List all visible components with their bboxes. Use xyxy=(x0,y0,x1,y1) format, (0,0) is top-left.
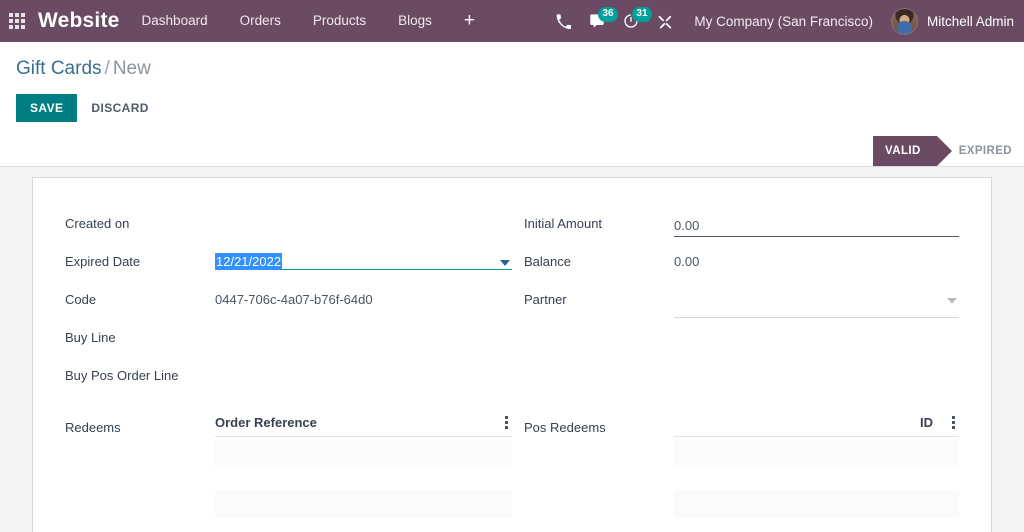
field-initial-amount: Initial Amount 0.00 xyxy=(524,212,959,240)
navbar-right-group: 36 31 My Company (San Francisco) Mitchel… xyxy=(546,0,1024,42)
apps-grid-icon[interactable] xyxy=(0,0,34,42)
field-expired-date: Expired Date 12/21/2022 xyxy=(65,250,512,278)
value-created-on xyxy=(215,212,512,234)
status-valid[interactable]: VALID xyxy=(873,136,952,166)
optional-columns-kebab-icon[interactable] xyxy=(947,414,959,430)
activities-clock-icon[interactable]: 31 xyxy=(614,0,652,42)
field-buy-pos-order-line: Buy Pos Order Line xyxy=(65,364,512,392)
status-expired[interactable]: EXPIRED xyxy=(947,136,1024,166)
field-balance: Balance 0.00 xyxy=(524,250,959,278)
table-row[interactable] xyxy=(674,440,959,468)
menu-item-dashboard[interactable]: Dashboard xyxy=(126,0,224,42)
breadcrumb-gift-cards[interactable]: Gift Cards xyxy=(16,58,102,79)
chevron-down-icon[interactable] xyxy=(500,260,510,266)
value-balance: 0.00 xyxy=(674,254,700,269)
column-id: ID xyxy=(920,414,933,430)
label-expired-date: Expired Date xyxy=(65,254,141,269)
value-initial-amount: 0.00 xyxy=(674,212,959,237)
label-buy-pos-order-line: Buy Pos Order Line xyxy=(65,368,179,383)
redeems-table: Order Reference xyxy=(215,414,512,518)
pos-redeems-table: ID xyxy=(674,414,959,518)
label-partner: Partner xyxy=(524,292,567,307)
pos-redeems-section: Pos Redeems ID xyxy=(512,402,959,518)
expired-date-value: 12/21/2022 xyxy=(215,253,283,270)
save-button[interactable]: SAVE xyxy=(16,94,78,122)
field-buy-line: Buy Line xyxy=(65,326,512,354)
menu-item-orders[interactable]: Orders xyxy=(224,0,297,42)
chevron-down-icon[interactable] xyxy=(947,298,957,304)
value-code: 0447-706c-4a07-b76f-64d0 xyxy=(215,292,373,307)
label-initial-amount: Initial Amount xyxy=(524,216,603,231)
redeems-table-header: Order Reference xyxy=(215,414,512,437)
field-partner: Partner xyxy=(524,288,959,318)
discard-button[interactable]: DISCARD xyxy=(77,94,162,122)
status-bar: VALID EXPIRED xyxy=(873,136,1024,166)
messages-icon[interactable]: 36 xyxy=(580,0,618,42)
user-name: Mitchell Admin xyxy=(926,13,1014,29)
company-switcher[interactable]: My Company (San Francisco) xyxy=(682,14,887,29)
avatar xyxy=(890,7,918,35)
optional-columns-kebab-icon[interactable] xyxy=(500,414,512,430)
form-column-left: Created on Expired Date 12/21/2022 Code … xyxy=(65,212,512,402)
form-action-buttons: SAVE DISCARD xyxy=(0,80,1024,122)
value-expired-date: 12/21/2022 xyxy=(215,250,512,272)
value-buy-line xyxy=(215,326,512,348)
o2m-columns: Redeems Order Reference Pos Redeems ID xyxy=(65,402,959,518)
label-created-on: Created on xyxy=(65,216,130,231)
redeems-block: Redeems Order Reference xyxy=(65,414,512,518)
field-code: Code 0447-706c-4a07-b76f-64d0 xyxy=(65,288,512,316)
app-brand-website[interactable]: Website xyxy=(34,9,126,33)
label-balance: Balance xyxy=(524,254,571,269)
expired-date-input[interactable]: 12/21/2022 xyxy=(215,253,512,270)
redeems-section: Redeems Order Reference xyxy=(65,402,512,518)
plus-icon[interactable]: + xyxy=(448,0,491,42)
control-panel: Gift Cards / New SAVE DISCARD VALID EXPIRE… xyxy=(0,42,1024,167)
partner-input[interactable] xyxy=(674,292,959,318)
apps-grid-glyph xyxy=(9,13,25,29)
initial-amount-input[interactable]: 0.00 xyxy=(674,216,959,237)
breadcrumb: Gift Cards / New xyxy=(0,42,1024,80)
label-redeems: Redeems xyxy=(65,420,121,435)
label-buy-line: Buy Line xyxy=(65,330,116,345)
label-code: Code xyxy=(65,292,97,307)
top-navbar: Website Dashboard Orders Products Blogs … xyxy=(0,0,1024,42)
menu-item-blogs[interactable]: Blogs xyxy=(382,0,448,42)
table-row[interactable] xyxy=(215,440,512,468)
initial-amount-value: 0.00 xyxy=(674,218,700,233)
phone-icon[interactable] xyxy=(546,0,580,42)
form-sheet: Created on Expired Date 12/21/2022 Code … xyxy=(32,177,992,532)
breadcrumb-current: New xyxy=(112,58,151,79)
column-order-reference: Order Reference xyxy=(215,414,317,430)
user-menu[interactable]: Mitchell Admin xyxy=(887,7,1014,35)
form-column-right: Initial Amount 0.00 Balance 0.00 Partner xyxy=(512,212,959,402)
pos-redeems-table-header: ID xyxy=(674,414,959,437)
main-menu: Dashboard Orders Products Blogs + xyxy=(126,0,491,42)
pos-redeems-block: Pos Redeems ID xyxy=(524,414,959,518)
menu-item-products[interactable]: Products xyxy=(297,0,382,42)
form-columns: Created on Expired Date 12/21/2022 Code … xyxy=(65,212,959,402)
label-pos-redeems: Pos Redeems xyxy=(524,420,606,435)
form-background: Created on Expired Date 12/21/2022 Code … xyxy=(0,167,1024,532)
debug-tools-icon[interactable] xyxy=(648,0,682,42)
field-created-on: Created on xyxy=(65,212,512,240)
table-row[interactable] xyxy=(674,490,959,518)
value-buy-pos-order-line xyxy=(215,364,512,386)
table-row[interactable] xyxy=(215,490,512,518)
breadcrumb-separator: / xyxy=(104,58,110,79)
value-partner xyxy=(674,288,959,318)
